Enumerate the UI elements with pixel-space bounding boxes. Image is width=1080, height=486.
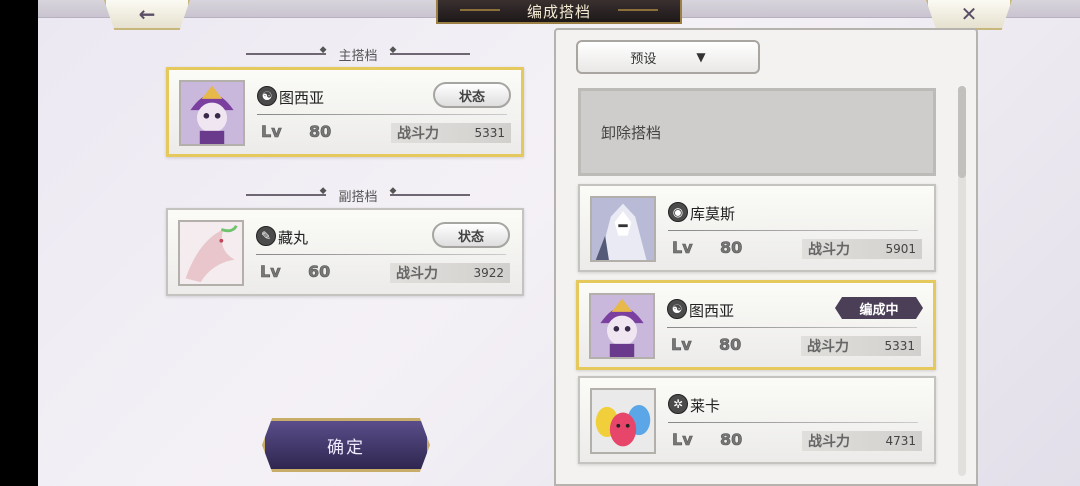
element-icon: ☯ (667, 299, 687, 319)
main-partner-label: 主搭档 (338, 48, 378, 64)
sub-partner-card[interactable]: ✎ 藏丸 状态 Lv 60 战斗力 3922 (166, 208, 524, 296)
portrait-cangwan (178, 220, 244, 286)
partner-list-panel: 预设 ▼ 卸除搭档 ◉ 库莫斯 Lv 80 战斗力 5901 ☯ 图西亚 编成中… (554, 28, 978, 486)
main-partner-card[interactable]: ☯ 图西亚 状态 Lv 80 战斗力 5331 (166, 67, 524, 157)
main-partner-header: 主搭档 (198, 45, 518, 64)
char-name: 图西亚 (279, 89, 325, 107)
back-button[interactable]: ← (104, 0, 190, 30)
power-box: 战斗力 5901 (802, 239, 922, 259)
power-value: 4731 (885, 434, 916, 448)
element-icon: ☯ (257, 86, 277, 106)
power-label: 战斗力 (808, 242, 850, 258)
power-value: 3922 (473, 266, 504, 280)
sub-partner-label: 副搭档 (338, 189, 378, 205)
status-button[interactable]: 状态 (432, 222, 510, 248)
divider (668, 422, 918, 423)
badge-label: 编成中 (859, 302, 899, 318)
portrait-laika (590, 388, 656, 454)
dismiss-partner-button[interactable]: 卸除搭档 (578, 88, 936, 176)
power-label: 战斗力 (397, 126, 439, 142)
divider (257, 114, 507, 115)
lv-label: Lv (260, 262, 281, 282)
power-value: 5331 (474, 126, 505, 140)
page-title-text: 编成搭档 (526, 2, 591, 21)
power-label: 战斗力 (808, 434, 850, 450)
status-button[interactable]: 状态 (433, 82, 511, 108)
page-title: 编成搭档 (436, 0, 682, 24)
list-item-selected[interactable]: ☯ 图西亚 编成中 Lv 80 战斗力 5331 (576, 280, 936, 370)
eye-icon: ◉ (668, 202, 688, 222)
power-box: 战斗力 5331 (801, 336, 921, 356)
level-value: 60 (308, 262, 331, 282)
lv-label: Lv (672, 238, 693, 258)
close-icon: ✕ (960, 2, 978, 26)
level-value: 80 (720, 238, 743, 258)
lv-label: Lv (261, 122, 282, 142)
lv-label: Lv (672, 430, 693, 450)
confirm-button[interactable]: 确定 (262, 418, 430, 472)
portrait-tuxiya (589, 293, 655, 359)
power-value: 5331 (884, 339, 915, 353)
power-label: 战斗力 (807, 339, 849, 355)
char-name: 藏丸 (278, 229, 309, 247)
portrait-kumosi (590, 196, 656, 262)
lv-label: Lv (671, 335, 692, 355)
level-value: 80 (719, 335, 742, 355)
divider-ornament-icon (389, 45, 470, 55)
power-label: 战斗力 (396, 266, 438, 282)
preset-label: 预设 (630, 51, 657, 67)
divider (256, 254, 506, 255)
in-formation-badge: 编成中 (835, 297, 923, 319)
power-box: 战斗力 4731 (802, 431, 922, 451)
char-name: 莱卡 (690, 397, 721, 415)
portrait-tuxiya (179, 80, 245, 146)
element-icon: ✎ (256, 226, 276, 246)
char-name: 库莫斯 (690, 205, 736, 223)
preset-dropdown[interactable]: 预设 ▼ (576, 40, 760, 74)
back-arrow-icon: ← (138, 2, 156, 26)
close-button[interactable]: ✕ (926, 0, 1012, 30)
power-value: 5901 (885, 242, 916, 256)
divider-ornament-icon (246, 186, 327, 196)
divider (667, 327, 917, 328)
char-name: 图西亚 (689, 302, 735, 320)
dismiss-label: 卸除搭档 (601, 123, 662, 142)
power-box: 战斗力 3922 (390, 263, 510, 283)
divider-ornament-icon (389, 186, 470, 196)
star-icon: ✲ (668, 394, 688, 414)
scroll-thumb[interactable] (958, 86, 966, 178)
left-edge (0, 0, 38, 486)
chevron-down-icon: ▼ (696, 50, 706, 64)
status-label: 状态 (457, 229, 484, 245)
formation-screen: ← 编成搭档 ✕ 主搭档 ☯ 图西亚 状态 Lv (38, 0, 1080, 486)
confirm-label: 确定 (327, 437, 365, 458)
divider (668, 230, 918, 231)
list-item[interactable]: ✲ 莱卡 Lv 80 战斗力 4731 (578, 376, 936, 464)
divider-ornament-icon (246, 45, 327, 55)
sub-partner-header: 副搭档 (198, 186, 518, 205)
level-value: 80 (720, 430, 743, 450)
level-value: 80 (309, 122, 332, 142)
list-item[interactable]: ◉ 库莫斯 Lv 80 战斗力 5901 (578, 184, 936, 272)
status-label: 状态 (458, 89, 485, 105)
scrollbar[interactable] (958, 86, 966, 476)
power-box: 战斗力 5331 (391, 123, 511, 143)
